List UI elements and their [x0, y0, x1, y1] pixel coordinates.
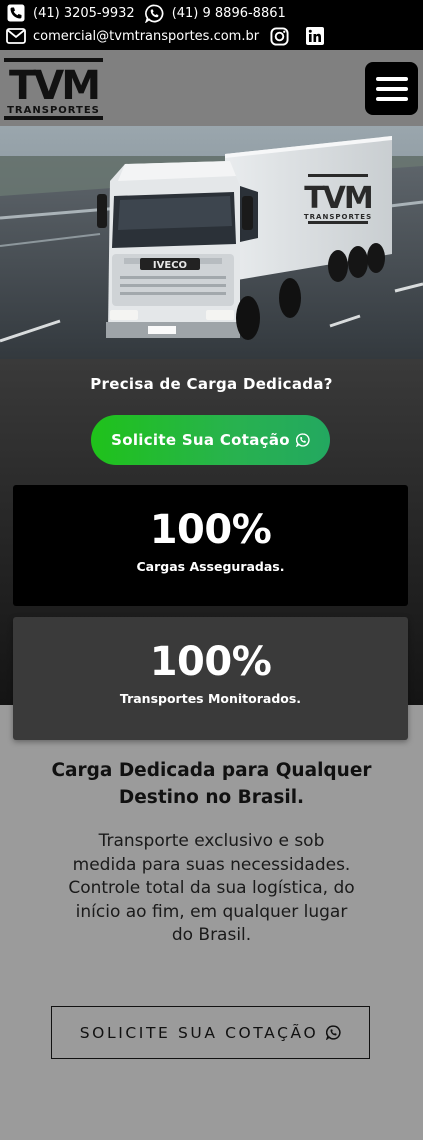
trailer-logo-text: TVM: [304, 181, 372, 216]
site-header: TVM TRANSPORTES: [0, 50, 423, 126]
email-link[interactable]: comercial@tvmtransportes.com.br: [33, 29, 259, 44]
stat-value: 100%: [149, 507, 272, 553]
quote-button-label: Solicite Sua Cotação: [111, 431, 290, 449]
instagram-icon[interactable]: [269, 26, 289, 46]
whatsapp-icon[interactable]: [145, 3, 165, 23]
quote-button-green[interactable]: Solicite Sua Cotação: [91, 415, 330, 465]
whatsapp-number[interactable]: (41) 9 8896-8861: [172, 6, 286, 21]
stat-value: 100%: [149, 639, 272, 685]
quote-button-outline[interactable]: SOLICITE SUA COTAÇÃO: [51, 1006, 370, 1059]
top-contact-bar: (41) 3205-9932 (41) 9 8896-8861 comercia…: [0, 0, 423, 50]
stat-card-insured: 100% Cargas Asseguradas.: [13, 485, 408, 606]
dedicated-question: Precisa de Carga Dedicada?: [90, 375, 333, 393]
stat-label: Transportes Monitorados.: [119, 691, 302, 706]
phone-number[interactable]: (41) 3205-9932: [33, 6, 135, 21]
whatsapp-icon: [326, 1025, 341, 1040]
trailer-logo-subtext: TRANSPORTES: [304, 213, 372, 221]
linkedin-icon[interactable]: [305, 26, 325, 46]
contact-row-email: comercial@tvmtransportes.com.br: [6, 25, 325, 47]
section-heading: Carga Dedicada para Qualquer Destino no …: [51, 760, 372, 808]
mail-icon[interactable]: [6, 26, 26, 46]
logo-text: TVM: [9, 63, 98, 109]
tvm-logo[interactable]: TVM TRANSPORTES: [4, 58, 103, 120]
truck-brand: IVECO: [153, 260, 187, 271]
contact-row-phones: (41) 3205-9932 (41) 9 8896-8861: [6, 2, 286, 24]
phone-icon[interactable]: [6, 3, 26, 23]
menu-button[interactable]: [365, 62, 418, 115]
section-description: Transporte exclusivo e sob medida para s…: [68, 831, 355, 945]
hamburger-icon: [375, 76, 408, 81]
stat-card-monitored: 100% Transportes Monitorados.: [13, 617, 408, 740]
logo-subtext: TRANSPORTES: [7, 105, 100, 116]
hero-image: TVM TRANSPORTES IVECO: [0, 126, 423, 359]
whatsapp-icon: [295, 433, 310, 447]
quote-button-outline-label: SOLICITE SUA COTAÇÃO: [79, 1023, 319, 1042]
stat-label: Cargas Asseguradas.: [136, 559, 285, 574]
